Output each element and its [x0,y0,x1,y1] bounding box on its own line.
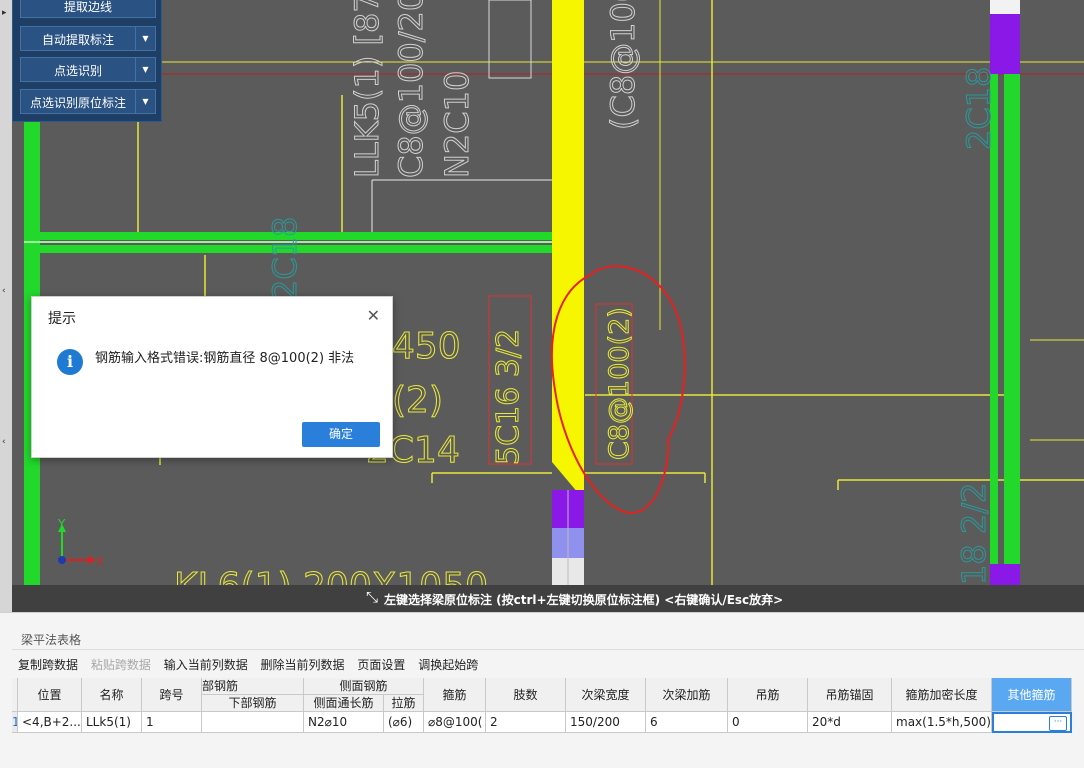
button-label: 自动提取标注 [41,33,114,47]
drawing-label: N2C10 [438,71,476,178]
cell-bottom-rebar[interactable] [202,712,304,733]
col-header-span[interactable]: 跨号 [142,678,202,712]
col-header-legs[interactable]: 肢数 [486,678,566,712]
cursor-select-icon: ⤡ [366,588,379,606]
button-label: 提取边线 [63,0,112,14]
cell-position[interactable]: <4,B+2... [18,712,82,733]
error-dialog: 提示 ✕ i 钢筋输入格式错误:钢筋直径 8@100(2) 非法 确定 [31,296,393,458]
drawing-label: (2) [392,380,443,421]
col-header-other-stirrup[interactable]: 其他箍筋 [992,678,1072,712]
tool-panel: 提取边线 自动提取标注 ▼ 点选识别 ▼ 点选识别原位标注 ▼ [12,0,162,122]
drawing-label: 18 2/2 [955,483,993,585]
paste-span-data-button[interactable]: 粘贴跨数据 [91,658,151,672]
command-status-bar: ⤡ 左键选择梁原位标注 (按ctrl+左键切换原位标注框) <右键确认/Esc放… [12,585,1084,612]
cell-tie[interactable]: (⌀6) [384,712,424,733]
col-header-rebar-group[interactable]: 部钢筋 [202,678,304,695]
table-toolbar: 复制跨数据 粘贴跨数据 输入当前列数据 删除当前列数据 页面设置 调换起始跨 [18,656,487,673]
col-header-secondary-width[interactable]: 次梁宽度 [566,678,646,712]
cell-secondary-width[interactable]: 150/200 [566,712,646,733]
cell-other-stirrup[interactable]: ··· [992,712,1072,733]
col-header-position[interactable]: 位置 [18,678,82,712]
drawing-label: 5C16 3/2 [491,329,526,465]
cell-span[interactable]: 1 [142,712,202,733]
dropdown-arrow-icon[interactable]: ▼ [135,90,155,113]
drawing-label: C8@100(2) [604,307,635,460]
cell-hanger-anchor[interactable]: 20*d [808,712,892,733]
drawing-label: LLK5(1) [870 [348,0,386,178]
dropdown-arrow-icon[interactable]: ▼ [135,27,155,50]
dialog-title: 提示 [48,311,76,327]
axis-x-label: X [96,555,104,568]
drawing-labels: LLK5(1) [870 C8@100/200 N2C10 (C8@100 2C… [266,0,999,586]
status-text: 左键选择梁原位标注 (按ctrl+左键切换原位标注框) <右键确认/Esc放弃> [384,593,784,607]
drawing-label: 2C18 [266,217,304,300]
cell-stirrup-dense[interactable]: max(1.5*h,500) [892,712,992,733]
col-header-hanger-anchor[interactable]: 吊筋锚固 [808,678,892,712]
cell-hanger[interactable]: 0 [728,712,808,733]
cell-stirrup[interactable]: ⌀8@100( [424,712,486,733]
extract-edge-button[interactable]: 提取边线 [20,0,156,18]
col-header-secondary-add[interactable]: 次梁加筋 [646,678,728,712]
col-header-stirrup[interactable]: 箍筋 [424,678,486,712]
beam-table: 位置 名称 跨号 部钢筋 下部钢筋 侧面钢筋 侧面通长筋 拉筋 箍筋 肢数 次梁… [12,678,1072,733]
panel-title: 梁平法表格 [21,633,82,647]
col-header-stirrup-dense[interactable]: 箍筋加密长度 [892,678,992,712]
delete-column-data-button[interactable]: 删除当前列数据 [261,658,345,672]
button-label: 点选识别原位标注 [29,96,126,110]
drawing-label: (C8@100 [604,0,642,130]
cell-name[interactable]: LLk5(1) [82,712,142,733]
cell-side-long[interactable]: N2⌀10 [304,712,384,733]
col-header-hanger[interactable]: 吊筋 [728,678,808,712]
auto-extract-annotation-button[interactable]: 自动提取标注 ▼ [20,26,156,51]
cell-legs[interactable]: 2 [486,712,566,733]
col-header-bottom-rebar[interactable]: 下部钢筋 [202,695,304,712]
more-options-icon[interactable]: ··· [1049,716,1067,731]
col-header-side-rebar[interactable]: 侧面钢筋 [304,678,424,695]
cell-secondary-add[interactable]: 6 [646,712,728,733]
col-header-tie[interactable]: 拉筋 [384,695,424,712]
page-setup-button[interactable]: 页面设置 [357,658,405,672]
input-column-data-button[interactable]: 输入当前列数据 [164,658,248,672]
axis-y-label: Y [57,517,66,531]
cad-canvas[interactable]: ▸ ‹ ‹ LLK5(1) [870 C8@100/200 N2C10 (C8@… [0,0,1084,612]
drawing-label: 450 [392,326,461,367]
button-label: 点选识别 [53,64,102,78]
swap-start-span-button[interactable]: 调换起始跨 [418,658,478,672]
drawing-label: 2C18 [960,67,998,150]
dropdown-arrow-icon[interactable]: ▼ [135,58,155,81]
drawing-label: C8@100/200 [392,0,430,178]
ok-button[interactable]: 确定 [302,422,380,447]
dialog-message: 钢筋输入格式错误:钢筋直径 8@100(2) 非法 [95,351,355,366]
col-header-name[interactable]: 名称 [82,678,142,712]
point-identify-inplace-button[interactable]: 点选识别原位标注 ▼ [20,89,156,114]
copy-span-data-button[interactable]: 复制跨数据 [18,658,78,672]
close-icon[interactable]: ✕ [367,306,380,325]
divider [12,649,1084,650]
point-identify-button[interactable]: 点选识别 ▼ [20,57,156,82]
col-header-side-long[interactable]: 侧面通长筋 [304,695,384,712]
info-icon: i [57,349,83,375]
